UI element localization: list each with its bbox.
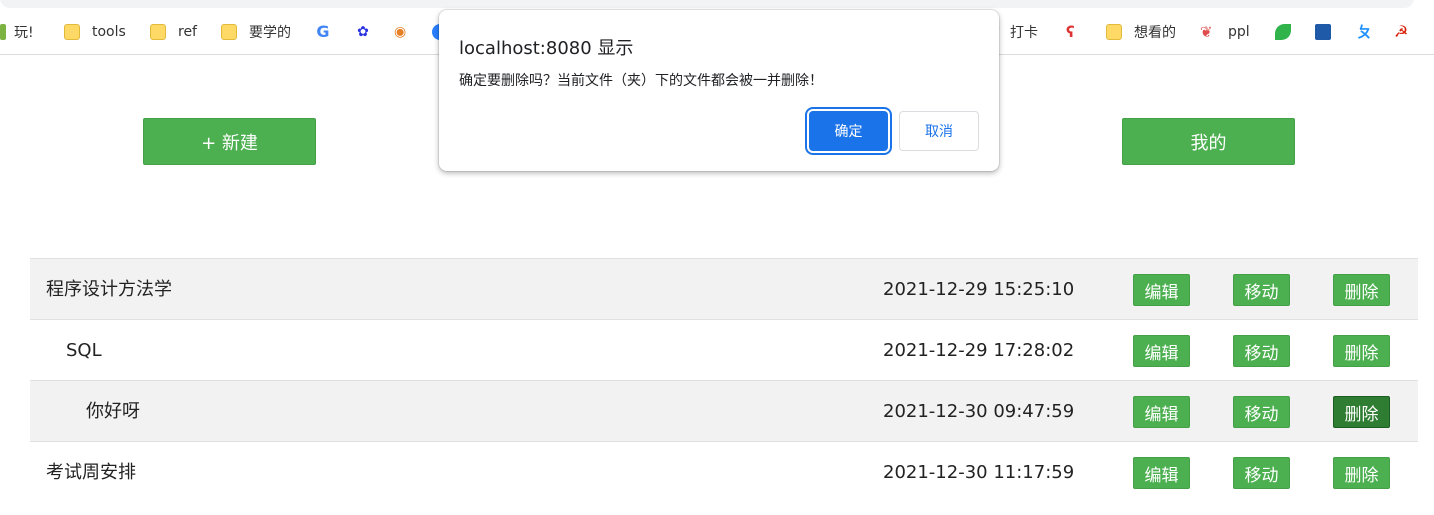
file-name[interactable]: 程序设计方法学 [46,259,172,320]
delete-button[interactable]: 删除 [1333,274,1390,306]
bookmark-star[interactable]: ☭ [1394,20,1422,44]
tab-strip-edge [0,0,1434,10]
table-row: SQL 2021-12-29 17:28:02 编辑 移动 删除 [30,319,1418,380]
bookmark-want-to-watch[interactable]: 想看的 [1106,20,1176,44]
edit-button[interactable]: 编辑 [1133,274,1190,306]
bookmark-label: 要学的 [249,25,291,41]
file-name[interactable]: 考试周安排 [46,442,136,503]
bookmark-label: 玩! [14,25,34,41]
baidu-icon: ✿ [357,24,369,40]
bookmark-label: tools [92,24,126,40]
table-row: 考试周安排 2021-12-30 11:17:59 编辑 移动 删除 [30,441,1418,502]
star-icon: ☭ [1394,22,1409,41]
bookmark-tools[interactable]: tools [64,20,126,44]
file-time: 2021-12-30 09:47:59 [883,401,1075,422]
confirm-button[interactable]: 确定 [809,111,888,151]
k-icon: ㄆ [1357,23,1373,41]
bookmark-label: 打卡 [1010,25,1038,41]
google-icon: G [316,22,330,41]
delete-button[interactable]: 删除 [1333,396,1390,428]
dialog-message: 确定要删除吗？当前文件（夹）下的文件都会被一并删除！ [459,73,823,89]
bookmark-orange[interactable]: ◉ [394,20,422,44]
file-time: 2021-12-30 11:17:59 [883,462,1075,483]
file-time: 2021-12-29 15:25:10 [883,279,1075,300]
bookmark-label: 想看的 [1134,25,1176,41]
table-row: 你好呀 2021-12-30 09:47:59 编辑 移动 删除 [30,380,1418,441]
bookmark-label: ppl [1228,24,1250,40]
delete-button[interactable]: 删除 [1333,335,1390,367]
edit-button[interactable]: 编辑 [1133,396,1190,428]
folder-icon [1106,24,1122,40]
folder-icon [221,24,237,40]
bookmark-baidu[interactable]: ✿ [355,20,383,44]
bookmark-play[interactable]: 玩! [0,20,34,44]
bookmark-ppl[interactable]: ❦ ppl [1200,20,1250,44]
move-button[interactable]: 移动 [1233,457,1290,489]
swirl-icon: ʕ [1066,23,1075,41]
bookmark-swirl[interactable]: ʕ [1066,20,1094,44]
new-button[interactable]: + 新建 [143,118,316,165]
edit-button[interactable]: 编辑 [1133,457,1190,489]
bird-icon: ❦ [1200,23,1213,41]
move-button[interactable]: 移动 [1233,274,1290,306]
folder-icon [64,24,80,40]
bookmark-google[interactable]: G [315,20,343,44]
file-name[interactable]: 你好呀 [86,381,140,442]
mine-button[interactable]: 我的 [1122,118,1295,165]
table-row: 程序设计方法学 2021-12-29 15:25:10 编辑 移动 删除 [30,258,1418,319]
file-time: 2021-12-29 17:28:02 [883,340,1075,361]
monitor-icon [1315,24,1331,40]
move-button[interactable]: 移动 [1233,396,1290,428]
bookmark-monitor[interactable] [1315,20,1343,44]
file-name[interactable]: SQL [66,320,102,381]
file-list: 程序设计方法学 2021-12-29 15:25:10 编辑 移动 删除 SQL… [30,258,1418,502]
bookmark-k[interactable]: ㄆ [1357,20,1385,44]
orange-circle-icon: ◉ [394,24,407,40]
delete-button[interactable]: 删除 [1333,457,1390,489]
bookmark-leaf[interactable] [1275,20,1303,44]
leaf-icon [1275,24,1291,40]
bookmark-ref[interactable]: ref [150,20,197,44]
move-button[interactable]: 移动 [1233,335,1290,367]
bookmark-icon [0,24,6,40]
dialog-title: localhost:8080 显示 [459,38,634,59]
edit-button[interactable]: 编辑 [1133,335,1190,367]
folder-icon [150,24,166,40]
confirm-dialog: localhost:8080 显示 确定要删除吗？当前文件（夹）下的文件都会被一… [439,10,999,171]
cancel-button[interactable]: 取消 [899,111,979,151]
bookmark-to-learn[interactable]: 要学的 [221,20,291,44]
bookmark-label: ref [178,24,197,40]
